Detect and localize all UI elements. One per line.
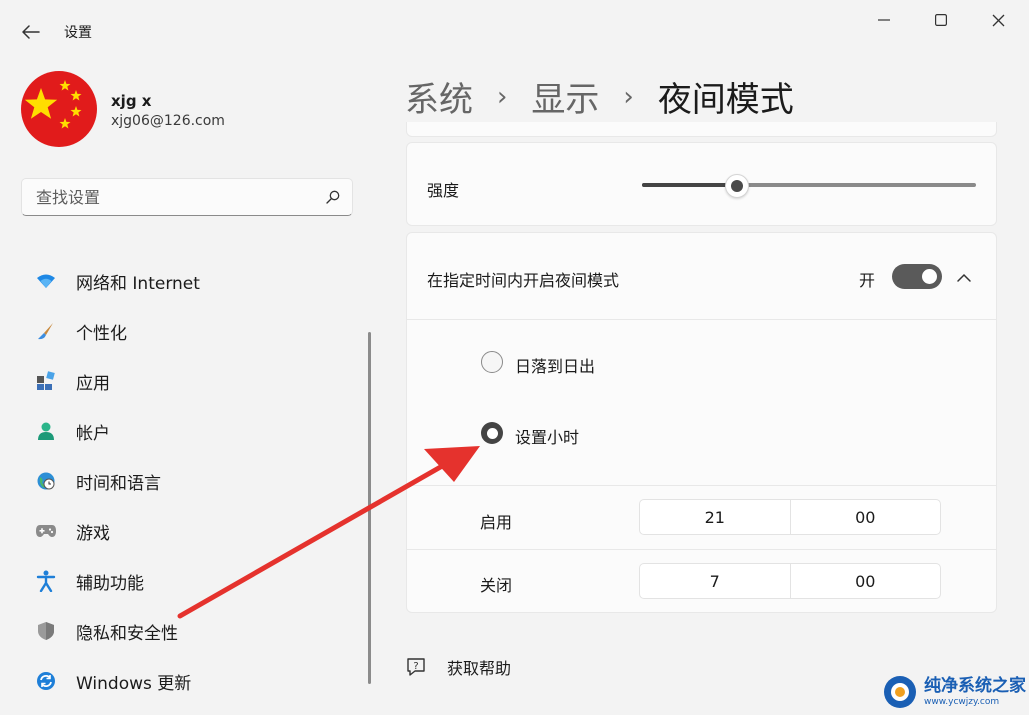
wifi-icon — [35, 270, 57, 292]
divider — [407, 319, 996, 320]
sidebar-item-label: 时间和语言 — [76, 473, 161, 494]
turn-off-hour[interactable]: 7 — [640, 564, 790, 598]
sidebar-scrollbar[interactable] — [368, 332, 371, 684]
watermark: 纯净系统之家 www.ycwjzy.com — [882, 672, 1026, 712]
sidebar-item-apps[interactable]: 应用 — [21, 356, 361, 406]
sunset-sunrise-label[interactable]: 日落到日出 — [515, 353, 595, 377]
brush-icon — [35, 320, 57, 342]
maximize-icon — [935, 14, 947, 26]
collapse-button[interactable] — [956, 268, 978, 284]
search-box[interactable] — [21, 178, 353, 216]
back-arrow-icon — [22, 25, 40, 39]
close-icon — [992, 14, 1004, 26]
china-flag-avatar-icon — [21, 71, 97, 147]
sidebar-item-gaming[interactable]: 游戏 — [21, 506, 361, 556]
sidebar-item-network[interactable]: 网络和 Internet — [21, 256, 361, 306]
breadcrumb-display[interactable]: 显示 — [531, 72, 599, 121]
sidebar-item-label: 帐户 — [76, 423, 110, 444]
breadcrumb: 系统 › 显示 › 夜间模式 — [405, 72, 794, 121]
sidebar-item-windows-update[interactable]: Windows 更新 — [21, 656, 361, 706]
update-icon — [35, 670, 57, 692]
turn-on-time-picker[interactable]: 21 00 — [639, 499, 941, 535]
turn-on-hour[interactable]: 21 — [640, 500, 790, 534]
page-title: 夜间模式 — [657, 80, 794, 120]
sidebar-item-label: 个性化 — [76, 323, 127, 344]
breadcrumb-system[interactable]: 系统 — [405, 72, 473, 121]
gamepad-icon — [35, 520, 57, 542]
apps-icon — [35, 370, 57, 392]
intensity-slider-fill — [642, 183, 736, 187]
set-hours-label[interactable]: 设置小时 — [515, 424, 579, 448]
intensity-label: 强度 — [427, 181, 460, 200]
watermark-title: 纯净系统之家 — [924, 675, 1026, 696]
breadcrumb-separator: › — [497, 81, 508, 112]
get-help-label: 获取帮助 — [447, 659, 512, 678]
close-button[interactable] — [976, 6, 1020, 34]
avatar[interactable] — [21, 71, 97, 147]
intensity-slider-thumb[interactable] — [724, 174, 749, 198]
globe-clock-icon — [35, 470, 57, 492]
back-button[interactable] — [16, 18, 46, 46]
svg-text:?: ? — [413, 661, 418, 672]
sidebar-item-label: Windows 更新 — [76, 673, 192, 694]
minimize-icon — [878, 19, 890, 21]
divider — [407, 485, 996, 486]
sidebar-item-label: 网络和 Internet — [76, 273, 200, 294]
sidebar-item-label: 辅助功能 — [76, 573, 144, 594]
schedule-label: 在指定时间内开启夜间模式 — [427, 271, 620, 290]
turn-off-time-picker[interactable]: 7 00 — [639, 563, 941, 599]
sidebar-item-time-language[interactable]: 时间和语言 — [21, 456, 361, 506]
maximize-button[interactable] — [919, 6, 963, 34]
shield-icon — [35, 620, 57, 642]
watermark-url: www.ycwjzy.com — [924, 696, 1000, 707]
app-title: 设置 — [64, 25, 92, 41]
sunset-sunrise-radio[interactable] — [481, 351, 503, 373]
accessibility-icon — [35, 570, 57, 592]
help-chat-icon: ? — [407, 658, 425, 676]
sidebar-item-label: 游戏 — [76, 523, 110, 544]
get-help-link[interactable]: ? 获取帮助 — [405, 655, 511, 679]
sidebar-item-accounts[interactable]: 帐户 — [21, 406, 361, 456]
turn-on-label: 启用 — [480, 513, 513, 532]
set-hours-radio[interactable] — [481, 422, 503, 444]
turn-on-minute[interactable]: 00 — [789, 500, 941, 534]
sidebar-item-accessibility[interactable]: 辅助功能 — [21, 556, 361, 606]
chevron-up-icon — [957, 273, 971, 282]
user-name: xjg x — [111, 92, 152, 110]
sidebar-item-label: 隐私和安全性 — [76, 623, 178, 644]
sidebar-nav: 网络和 Internet 个性化 应用 帐户 时间和语言 游戏 辅助功能 隐私和… — [21, 256, 361, 706]
breadcrumb-separator: › — [623, 81, 634, 112]
sidebar-item-personalization[interactable]: 个性化 — [21, 306, 361, 356]
minimize-button[interactable] — [862, 6, 906, 34]
watermark-logo-icon — [884, 676, 916, 708]
search-input[interactable] — [34, 186, 326, 208]
turn-off-label: 关闭 — [480, 576, 513, 595]
divider — [407, 549, 996, 550]
turn-off-minute[interactable]: 00 — [789, 564, 941, 598]
user-email: xjg06@126.com — [111, 113, 225, 129]
search-icon[interactable] — [326, 190, 340, 204]
schedule-toggle[interactable] — [892, 264, 942, 289]
sidebar-item-privacy[interactable]: 隐私和安全性 — [21, 606, 361, 656]
toggle-state-label: 开 — [859, 271, 876, 290]
person-icon — [35, 420, 57, 442]
previous-card-edge — [406, 122, 997, 137]
sidebar-item-label: 应用 — [76, 373, 110, 394]
